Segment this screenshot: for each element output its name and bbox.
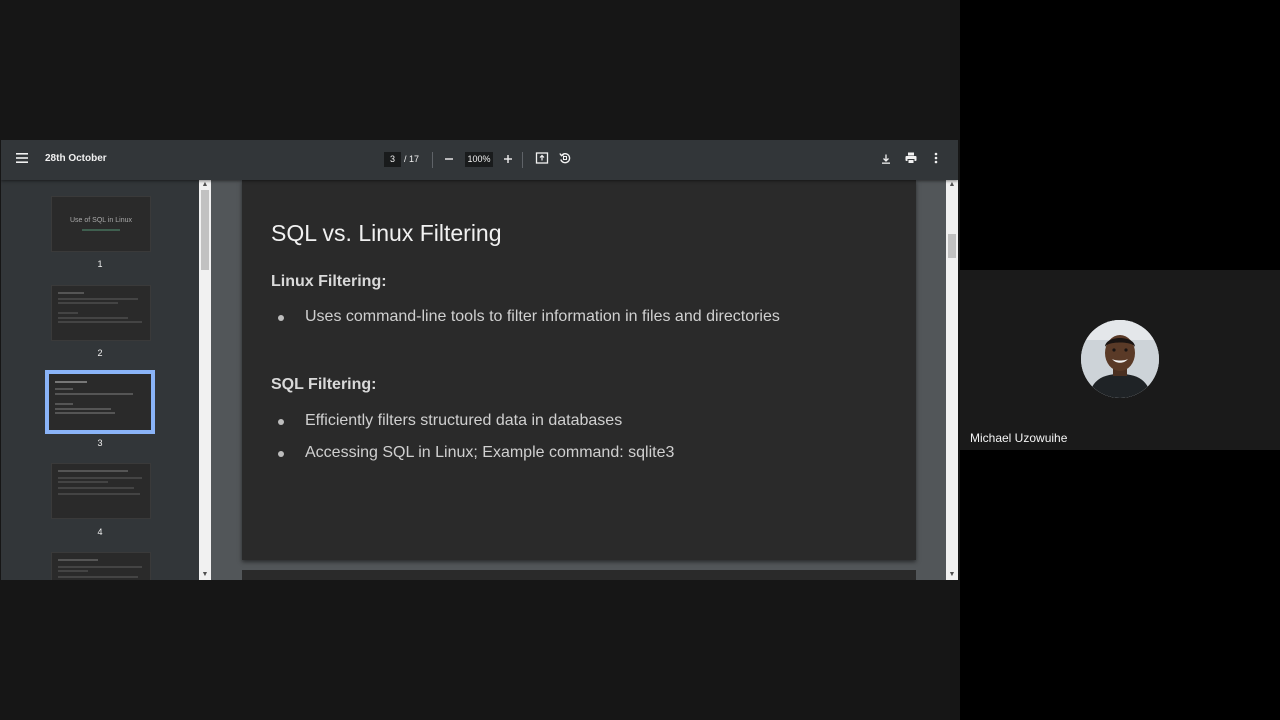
pdf-toolbar: 28th October / 17	[1, 140, 958, 180]
thumbnail-page-number: 4	[97, 527, 103, 537]
pdf-viewer: 28th October / 17	[1, 140, 958, 580]
scroll-down-arrow-icon[interactable]: ▼	[199, 570, 211, 580]
thumbnail-text-line	[58, 317, 128, 319]
zoom-out-icon[interactable]	[439, 150, 459, 170]
page-thumbnail-2[interactable]	[51, 285, 151, 341]
participant-tile[interactable]: Michael Uzowuihe	[960, 270, 1280, 450]
page-thumbnail-3[interactable]	[45, 370, 155, 434]
scroll-up-arrow-icon[interactable]: ▲	[946, 180, 958, 190]
main-scrollbar[interactable]: ▲ ▼	[946, 180, 958, 580]
thumbnail-text-line	[58, 477, 142, 479]
rotate-icon[interactable]	[555, 150, 575, 170]
section-heading-linux: Linux Filtering:	[271, 273, 387, 290]
bullet-dot-icon	[278, 419, 284, 425]
thumbnail-page-number: 1	[97, 259, 103, 269]
thumbnail-text-line	[58, 470, 128, 472]
sidebar-scroll-thumb[interactable]	[201, 190, 209, 270]
thumbnail-text-line	[55, 393, 133, 395]
menu-icon[interactable]	[12, 150, 32, 170]
bullet-dot-icon	[278, 315, 284, 321]
avatar	[1081, 320, 1159, 398]
thumbnail-text-line	[58, 559, 98, 561]
more-vertical-icon[interactable]	[926, 150, 946, 170]
thumbnail-text-line	[58, 481, 108, 483]
thumbnail-text-line	[55, 388, 73, 390]
bullet-text: Uses command-line tools to filter inform…	[305, 308, 780, 325]
bullet-text: Accessing SQL in Linux; Example command:…	[305, 444, 675, 461]
scroll-up-arrow-icon[interactable]: ▲	[199, 180, 211, 190]
thumbnail-text-line	[58, 312, 78, 314]
thumbnail-text-line	[58, 292, 84, 294]
thumbnail-text-line	[58, 321, 142, 323]
print-icon[interactable]	[901, 150, 921, 170]
page-thumbnail-4[interactable]	[51, 463, 151, 519]
zoom-in-icon[interactable]	[498, 150, 518, 170]
thumbnail-page-number: 2	[97, 348, 103, 358]
bullet-text: Efficiently filters structured data in d…	[305, 412, 623, 429]
thumbnail-text-line	[55, 412, 115, 414]
thumbnail-text-line	[58, 576, 138, 578]
bullet-dot-icon	[278, 451, 284, 457]
pdf-page-4	[242, 570, 916, 580]
thumbnail-text-line	[55, 403, 73, 405]
document-title: 28th October	[45, 153, 107, 164]
zoom-level-input[interactable]	[465, 152, 493, 167]
page-thumbnail-1[interactable]: Use of SQL in Linux	[51, 196, 151, 252]
download-icon[interactable]	[876, 150, 896, 170]
thumbnail-text-line	[55, 381, 87, 383]
thumbnail-text-line	[58, 566, 142, 568]
thumbnail-text-line	[55, 408, 111, 410]
thumbnail-text-line	[58, 570, 88, 572]
toolbar-divider	[522, 152, 523, 168]
toolbar-divider	[432, 152, 433, 168]
thumbnail-sidebar: Use of SQL in Linux 1 2 3 4	[1, 180, 199, 580]
slide-title: SQL vs. Linux Filtering	[271, 220, 502, 246]
section-heading-sql: SQL Filtering:	[271, 376, 377, 393]
scroll-down-arrow-icon[interactable]: ▼	[946, 570, 958, 580]
thumbnail-text-line	[58, 493, 140, 495]
main-scroll-thumb[interactable]	[948, 234, 956, 258]
pdf-page-3: SQL vs. Linux Filtering Linux Filtering:…	[242, 180, 916, 560]
thumbnail-text-line	[58, 298, 138, 300]
page-number-input[interactable]	[384, 152, 401, 167]
participant-name: Michael Uzowuihe	[970, 431, 1068, 445]
thumbnail-page-number: 3	[97, 438, 103, 448]
thumbnail-subtitle-line	[82, 229, 120, 231]
thumbnail-title: Use of SQL in Linux	[70, 217, 132, 224]
participant-panel: Michael Uzowuihe	[960, 0, 1280, 720]
thumbnail-text-line	[58, 487, 134, 489]
page-thumbnail-5[interactable]	[51, 552, 151, 580]
screen-share-area: 28th October / 17	[0, 0, 960, 720]
thumbnail-text-line	[58, 302, 118, 304]
page-total: / 17	[404, 154, 420, 164]
sidebar-scrollbar[interactable]: ▲ ▼	[199, 180, 211, 580]
fit-page-icon[interactable]	[532, 150, 552, 170]
